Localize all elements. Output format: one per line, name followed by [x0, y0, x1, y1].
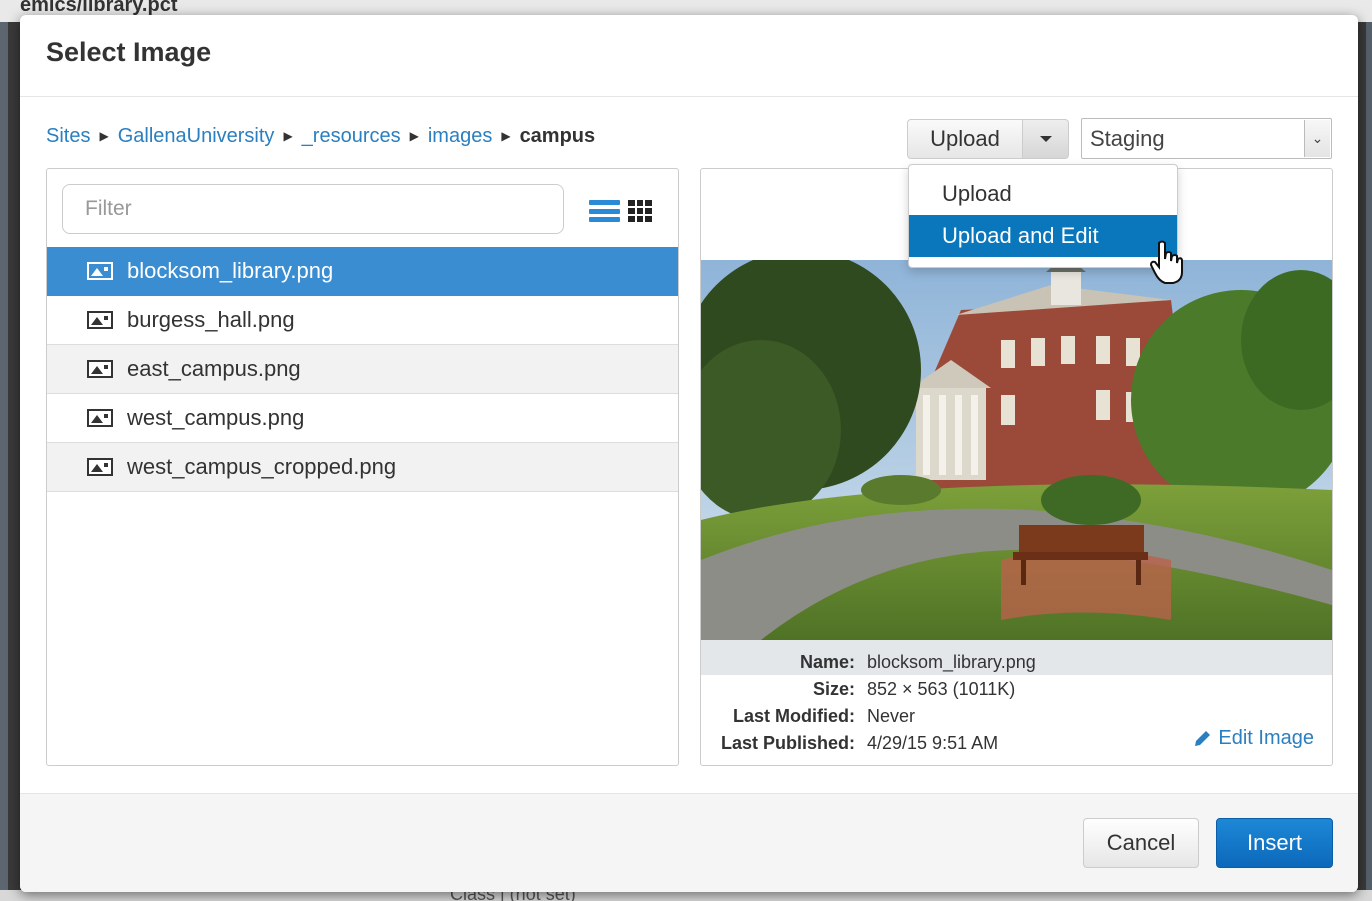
breadcrumb-images[interactable]: images [428, 125, 492, 147]
hand-cursor-icon [1149, 240, 1183, 284]
detail-label: Last Modified: [733, 706, 855, 726]
pencil-icon [1195, 730, 1211, 746]
environment-select-value: Staging [1090, 125, 1165, 151]
upload-dropdown-menu: Upload Upload and Edit [908, 164, 1178, 268]
image-preview [701, 260, 1332, 640]
breadcrumb-separator-icon: ▶ [501, 129, 511, 143]
caret-down-icon [1039, 136, 1052, 142]
dialog-header: Select Image [20, 15, 1358, 97]
breadcrumb-current: campus [519, 125, 596, 147]
file-name: east_campus.png [127, 356, 301, 381]
file-name: burgess_hall.png [127, 307, 295, 332]
detail-value: 852 × 563 (1011K) [867, 679, 1016, 699]
environment-select[interactable]: Staging ⌄ [1081, 118, 1332, 159]
campus-building-photo [701, 260, 1332, 640]
background-right-edge [1366, 22, 1372, 901]
detail-label: Name: [799, 652, 855, 672]
edit-image-label: Edit Image [1218, 727, 1314, 749]
file-row-west-campus-cropped[interactable]: west_campus_cropped.png [47, 443, 678, 492]
file-row-burgess-hall[interactable]: burgess_hall.png [47, 296, 678, 345]
cancel-button[interactable]: Cancel [1083, 818, 1199, 868]
upload-button[interactable]: Upload [907, 119, 1023, 159]
list-view-icon[interactable] [589, 200, 620, 222]
image-file-icon [87, 360, 113, 378]
detail-last-modified: Last Modified: Never [701, 703, 1332, 730]
file-name: west_campus.png [127, 405, 305, 430]
background-left-edge [0, 22, 8, 901]
detail-value: 4/29/15 9:51 AM [867, 733, 999, 753]
upload-dropdown-toggle[interactable] [1023, 119, 1069, 159]
dialog-footer: Cancel Insert [20, 793, 1358, 892]
dialog-title: Select Image [46, 37, 212, 67]
filter-input[interactable] [62, 184, 564, 234]
breadcrumb-separator-icon: ▶ [283, 129, 293, 143]
file-name: blocksom_library.png [127, 258, 334, 283]
file-row-west-campus[interactable]: west_campus.png [47, 394, 678, 443]
breadcrumb: Sites ▶ GallenaUniversity ▶ _resources ▶ image… [46, 125, 595, 148]
chevron-down-icon: ⌄ [1304, 120, 1330, 157]
grid-view-icon[interactable] [628, 200, 652, 222]
view-toggle [589, 200, 652, 222]
file-row-east-campus[interactable]: east_campus.png [47, 345, 678, 394]
file-name: west_campus_cropped.png [127, 454, 397, 479]
file-list: blocksom_library.png burgess_hall.png ea… [47, 247, 678, 492]
detail-value: Never [867, 706, 916, 726]
image-file-icon [87, 262, 113, 280]
file-row-blocksom-library[interactable]: blocksom_library.png [47, 247, 678, 296]
breadcrumb-resources[interactable]: _resources [302, 125, 401, 147]
detail-value: blocksom_library.png [867, 652, 1036, 672]
image-file-icon [87, 409, 113, 427]
menu-item-upload-and-edit[interactable]: Upload and Edit [909, 215, 1177, 257]
image-file-icon [87, 311, 113, 329]
breadcrumb-gallenauniversity[interactable]: GallenaUniversity [118, 125, 275, 147]
detail-size: Size: 852 × 563 (1011K) [701, 676, 1332, 703]
select-image-dialog: Select Image Sites ▶ GallenaUniversity ▶ _re… [20, 15, 1358, 892]
insert-button[interactable]: Insert [1216, 818, 1333, 868]
breadcrumb-sites[interactable]: Sites [46, 125, 90, 147]
detail-label: Size: [812, 679, 855, 699]
edit-image-link[interactable]: Edit Image [1192, 727, 1314, 750]
detail-name: Name: blocksom_library.png [701, 649, 1332, 676]
upload-split-button: Upload [907, 119, 1069, 159]
detail-label: Last Published: [720, 733, 855, 753]
breadcrumb-separator-icon: ▶ [99, 129, 109, 143]
breadcrumb-separator-icon: ▶ [409, 129, 419, 143]
menu-item-upload[interactable]: Upload [909, 173, 1177, 215]
image-file-icon [87, 458, 113, 476]
file-browser-panel: blocksom_library.png burgess_hall.png ea… [46, 168, 679, 766]
